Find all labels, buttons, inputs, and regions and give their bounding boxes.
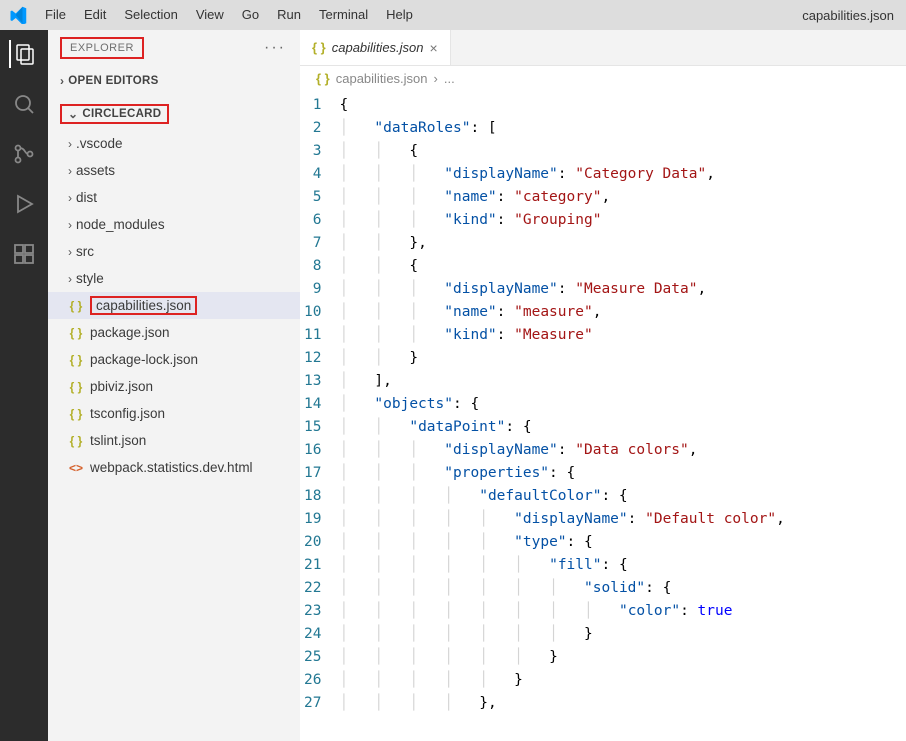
breadcrumb-file: capabilities.json (336, 71, 428, 86)
workspace-root-label: CIRCLECARD (82, 108, 161, 120)
editor-area: { } capabilities.json × { } capabilities… (300, 30, 906, 741)
chevron-right-icon: › (60, 74, 64, 88)
json-file-icon: { } (68, 380, 84, 394)
folder-assets[interactable]: › assets (48, 157, 300, 184)
vscode-logo-icon (8, 5, 28, 25)
folder-label: dist (76, 190, 97, 205)
code-content[interactable]: {│ "dataRoles": [│ │ {│ │ │ "displayName… (339, 90, 784, 741)
breadcrumb[interactable]: { } capabilities.json › ... (300, 66, 906, 90)
menu-go[interactable]: Go (233, 7, 268, 22)
chevron-right-icon: › (68, 164, 72, 178)
workspace-root-section[interactable]: ⌄ CIRCLECARD (48, 100, 300, 128)
folder-style[interactable]: › style (48, 265, 300, 292)
folder-label: src (76, 244, 94, 259)
file-label: tsconfig.json (90, 406, 165, 421)
file-tsconfig-json[interactable]: { } tsconfig.json (48, 400, 300, 427)
code-editor[interactable]: 1234567891011121314151617181920212223242… (300, 90, 906, 741)
file-label: tslint.json (90, 433, 146, 448)
json-file-icon: { } (68, 407, 84, 421)
json-file-icon: { } (68, 299, 84, 313)
html-file-icon: <> (68, 461, 84, 475)
chevron-right-icon: › (68, 272, 72, 286)
file-tree: › .vscode › assets › dist › node_modules › src › st… (48, 128, 300, 483)
json-file-icon: { } (316, 71, 330, 86)
menu-run[interactable]: Run (268, 7, 310, 22)
tab-bar: { } capabilities.json × (300, 30, 906, 66)
sidebar-more-icon[interactable]: ··· (264, 39, 286, 57)
chevron-down-icon: ⌄ (68, 107, 78, 121)
file-label: package.json (90, 325, 170, 340)
explorer-label: EXPLORER (60, 37, 144, 59)
tab-label: capabilities.json (332, 40, 424, 55)
file-capabilities-json[interactable]: { } capabilities.json (48, 292, 300, 319)
run-debug-icon[interactable] (10, 190, 38, 218)
menu-selection[interactable]: Selection (115, 7, 186, 22)
file-label: pbiviz.json (90, 379, 153, 394)
menu-terminal[interactable]: Terminal (310, 7, 377, 22)
file-tslint-json[interactable]: { } tslint.json (48, 427, 300, 454)
folder-label: .vscode (76, 136, 123, 151)
file-package-lock-json[interactable]: { } package-lock.json (48, 346, 300, 373)
file-pbiviz-json[interactable]: { } pbiviz.json (48, 373, 300, 400)
json-file-icon: { } (68, 326, 84, 340)
open-editors-label: OPEN EDITORS (68, 75, 158, 87)
line-gutter: 1234567891011121314151617181920212223242… (300, 90, 339, 741)
tab-close-icon[interactable]: × (430, 40, 438, 56)
source-control-icon[interactable] (10, 140, 38, 168)
chevron-right-icon: › (434, 71, 438, 86)
menubar: FileEditSelectionViewGoRunTerminalHelp c… (0, 0, 906, 30)
menu-file[interactable]: File (36, 7, 75, 22)
menu-edit[interactable]: Edit (75, 7, 115, 22)
window-title: capabilities.json (802, 8, 906, 23)
open-editors-section[interactable]: › OPEN EDITORS (48, 70, 300, 92)
chevron-right-icon: › (68, 137, 72, 151)
tab-capabilities-json[interactable]: { } capabilities.json × (300, 30, 451, 65)
menu-help[interactable]: Help (377, 7, 422, 22)
json-file-icon: { } (68, 353, 84, 367)
file-label: package-lock.json (90, 352, 198, 367)
file-package-json[interactable]: { } package.json (48, 319, 300, 346)
folder-src[interactable]: › src (48, 238, 300, 265)
file-label: capabilities.json (90, 296, 197, 315)
file-webpack-statistics-dev-html[interactable]: <> webpack.statistics.dev.html (48, 454, 300, 481)
folder-node-modules[interactable]: › node_modules (48, 211, 300, 238)
folder--vscode[interactable]: › .vscode (48, 130, 300, 157)
folder-dist[interactable]: › dist (48, 184, 300, 211)
file-label: webpack.statistics.dev.html (90, 460, 253, 475)
sidebar-header: EXPLORER ··· (48, 30, 300, 66)
sidebar: EXPLORER ··· › OPEN EDITORS ⌄CIRCLECARD … (48, 30, 300, 741)
chevron-right-icon: › (68, 245, 72, 259)
chevron-right-icon: › (68, 218, 72, 232)
extensions-icon[interactable] (10, 240, 38, 268)
folder-label: style (76, 271, 104, 286)
chevron-right-icon: › (68, 191, 72, 205)
search-icon[interactable] (10, 90, 38, 118)
menu-view[interactable]: View (187, 7, 233, 22)
breadcrumb-tail: ... (444, 71, 455, 86)
folder-label: node_modules (76, 217, 165, 232)
explorer-icon[interactable] (9, 40, 37, 68)
json-file-icon: { } (68, 434, 84, 448)
folder-label: assets (76, 163, 115, 178)
json-file-icon: { } (312, 40, 326, 55)
activity-bar (0, 30, 48, 741)
